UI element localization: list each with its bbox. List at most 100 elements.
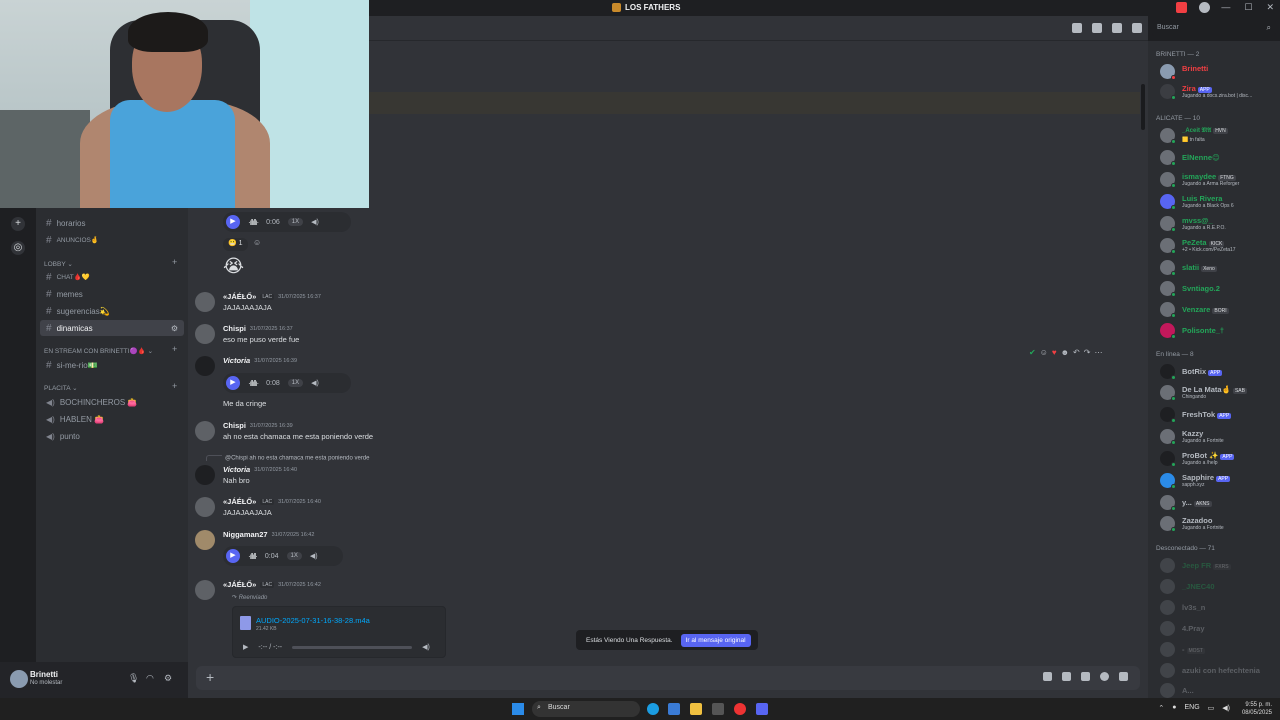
- check-reaction-icon[interactable]: ✔: [1029, 348, 1036, 357]
- member-item[interactable]: Jeep FR FXRS: [1160, 556, 1278, 576]
- headphones-icon[interactable]: ◠: [146, 673, 154, 684]
- play-icon[interactable]: ▶: [243, 643, 248, 651]
- avatar[interactable]: [195, 530, 215, 550]
- store-icon[interactable]: [668, 703, 680, 715]
- jump-to-original-button[interactable]: Ir al mensaje original: [680, 633, 751, 647]
- member-item[interactable]: mvss@_ Jugando a R.E.P.O.: [1160, 214, 1278, 234]
- add-reaction-icon[interactable]: ☺: [253, 238, 266, 251]
- channel-memes[interactable]: # memes: [40, 286, 184, 302]
- network-icon[interactable]: ▭: [1208, 704, 1215, 712]
- avatar[interactable]: [195, 292, 215, 312]
- playback-rate-button[interactable]: 1X: [286, 552, 302, 560]
- author-name[interactable]: Chispi: [223, 421, 246, 430]
- avatar[interactable]: [10, 670, 28, 688]
- author-name[interactable]: Victoria: [223, 465, 250, 474]
- avatar[interactable]: [195, 580, 215, 600]
- member-item[interactable]: 4.Pray: [1160, 619, 1278, 639]
- volume-icon[interactable]: ◀): [311, 218, 319, 226]
- channel-settings-icon[interactable]: ⚙: [171, 324, 178, 333]
- member-list-icon[interactable]: [1132, 23, 1142, 33]
- reply-icon[interactable]: ↶: [1073, 348, 1080, 357]
- member-item[interactable]: PeZeta KICK +2 • Kick.com/PeZeta17: [1160, 236, 1278, 256]
- member-item[interactable]: _JNEC40: [1160, 577, 1278, 597]
- add-reaction-icon[interactable]: ☻: [1061, 348, 1069, 357]
- member-item[interactable]: Svntiago.2: [1160, 279, 1278, 299]
- upload-plus-icon[interactable]: +: [206, 669, 214, 685]
- apps-icon[interactable]: [1119, 672, 1128, 681]
- help-icon[interactable]: [1199, 2, 1210, 13]
- member-item[interactable]: Sapphire APP sapph.xyz: [1160, 471, 1278, 491]
- member-item[interactable]: ismaydee FTNG Jugando a Arma Reforger: [1160, 170, 1278, 190]
- capture-icon[interactable]: [712, 703, 724, 715]
- playback-rate-button[interactable]: 1X: [287, 218, 304, 226]
- volume-icon[interactable]: ◀): [311, 379, 319, 387]
- create-channel-icon[interactable]: +: [172, 344, 177, 354]
- add-server-icon[interactable]: +: [11, 217, 25, 231]
- member-item[interactable]: y... AKNS: [1160, 493, 1278, 513]
- avatar[interactable]: [195, 421, 215, 441]
- play-icon[interactable]: ▶: [226, 549, 240, 563]
- chevron-up-icon[interactable]: ⌃: [1158, 704, 1164, 712]
- search-input[interactable]: Buscar ⌕: [1152, 20, 1276, 36]
- pin-icon[interactable]: [1112, 23, 1122, 33]
- channel-chat[interactable]: # CHAT🩸💛: [40, 269, 184, 285]
- browser-icon[interactable]: [734, 703, 746, 715]
- heart-reaction-icon[interactable]: ♥: [1052, 348, 1057, 357]
- discover-icon[interactable]: ◎: [11, 241, 25, 255]
- avatar[interactable]: [195, 465, 215, 485]
- category-stream[interactable]: EN STREAM CON BRINETTI🟣🩸 ⌄: [44, 347, 153, 355]
- author-name[interactable]: Chispi: [223, 324, 246, 333]
- reaction[interactable]: 😬 1: [223, 238, 248, 251]
- channel-si-me-rio[interactable]: # si-me-rio💵: [40, 357, 184, 373]
- member-item[interactable]: Kazzy Jugando a Fortnite: [1160, 427, 1278, 447]
- author-name[interactable]: «JÁÉŁŐ»: [223, 580, 256, 589]
- member-item[interactable]: ProBot ✨ APP Jugando a /help: [1160, 449, 1278, 469]
- voice-channel-bochincheros[interactable]: ◀) BOCHINCHEROS 👛: [40, 394, 184, 410]
- create-channel-icon[interactable]: +: [172, 381, 177, 391]
- member-item[interactable]: De La Mata🤞 SAB Chingando: [1160, 383, 1278, 403]
- microphone-icon[interactable]: 🎙: [128, 673, 139, 684]
- author-name[interactable]: Niggaman27: [223, 530, 268, 539]
- audio-progress-bar[interactable]: [292, 645, 413, 649]
- channel-sugerencias[interactable]: # sugerencias💫: [40, 303, 184, 319]
- more-icon[interactable]: ⋯: [1094, 348, 1102, 357]
- member-item[interactable]: azuki con hefechtenia: [1160, 661, 1278, 681]
- sticker-icon[interactable]: [1081, 672, 1090, 681]
- member-item[interactable]: Brinetti: [1160, 62, 1278, 82]
- category-placita[interactable]: PLACITA ⌄: [44, 384, 78, 392]
- author-name[interactable]: «JÁÉŁŐ»: [223, 497, 256, 506]
- volume-icon[interactable]: ◀): [310, 552, 318, 560]
- close-icon[interactable]: ✕: [1266, 2, 1274, 13]
- windows-start-icon[interactable]: [512, 703, 524, 715]
- member-item[interactable]: Venzare BORI: [1160, 300, 1278, 320]
- member-item[interactable]: Zira APP Jugando a docs.zira.bot | disc...: [1160, 82, 1278, 102]
- volume-icon[interactable]: ◀): [422, 643, 430, 651]
- volume-tray-icon[interactable]: ◀): [1222, 704, 1230, 712]
- inbox-icon[interactable]: [1176, 2, 1187, 13]
- reply-reference[interactable]: @Chispi ah no esta chamaca me esta ponie…: [206, 455, 370, 462]
- emoji-icon[interactable]: [1100, 672, 1109, 681]
- member-item[interactable]: Zazadoo Jugando a Fortnite: [1160, 514, 1278, 534]
- member-item[interactable]: Polisonte_†: [1160, 321, 1278, 341]
- avatar[interactable]: [195, 324, 215, 344]
- channel-anuncios[interactable]: # ANUNCIOS🤞: [40, 232, 184, 248]
- forward-icon[interactable]: ↷: [1084, 348, 1091, 357]
- settings-gear-icon[interactable]: ⚙: [164, 673, 172, 684]
- member-item[interactable]: FreshTok APP: [1160, 405, 1278, 425]
- minimize-icon[interactable]: —: [1221, 2, 1230, 13]
- voice-channel-hablen[interactable]: ◀) HABLEN 👛: [40, 411, 184, 427]
- gif-icon[interactable]: [1062, 672, 1071, 681]
- member-item[interactable]: lv3s_n: [1160, 598, 1278, 618]
- edge-icon[interactable]: [647, 703, 659, 715]
- play-icon[interactable]: ▶: [226, 376, 240, 390]
- discord-icon[interactable]: [756, 703, 768, 715]
- maximize-icon[interactable]: ☐: [1244, 2, 1252, 13]
- file-explorer-icon[interactable]: [690, 703, 702, 715]
- clock[interactable]: 9:55 p. m. 08/05/2025: [1242, 701, 1272, 717]
- mic-tray-icon[interactable]: ●: [1172, 704, 1176, 712]
- author-name[interactable]: «JÁÉŁŐ»: [223, 292, 256, 301]
- avatar[interactable]: [195, 497, 215, 517]
- channel-horarios[interactable]: # horarios: [40, 215, 184, 231]
- member-item[interactable]: ElNenne😊: [1160, 148, 1278, 168]
- avatar[interactable]: [195, 356, 215, 376]
